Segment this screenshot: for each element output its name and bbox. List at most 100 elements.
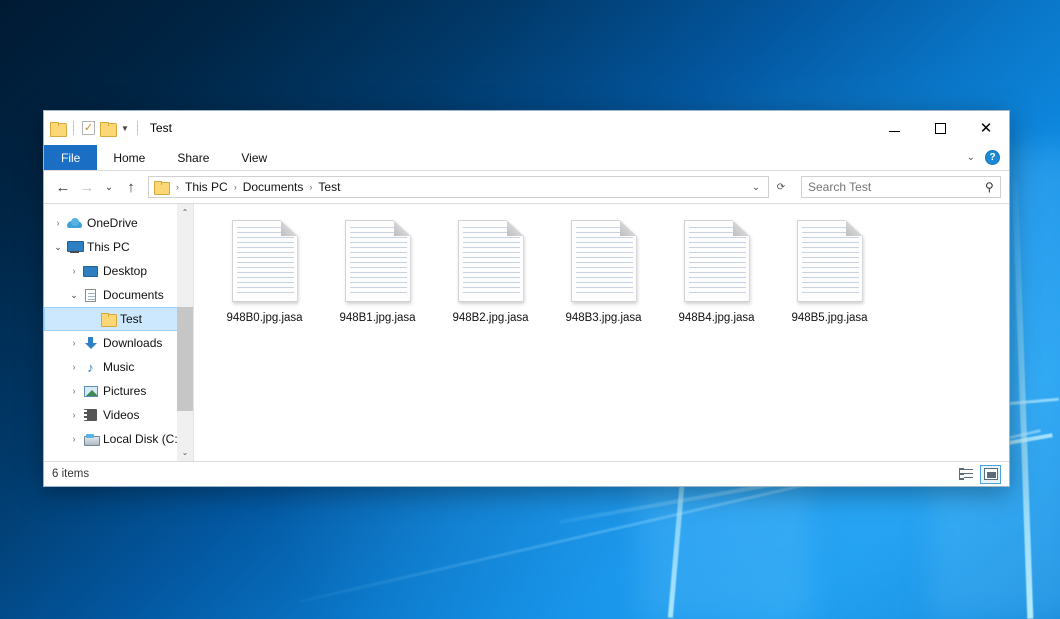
sidebar-item-desktop[interactable]: › Desktop [44, 259, 193, 283]
documents-icon-glyph [85, 289, 96, 302]
chevron-right-icon[interactable]: › [50, 218, 66, 228]
chevron-right-icon[interactable]: › [66, 386, 82, 396]
close-icon: ✕ [980, 119, 993, 137]
pc-icon [66, 241, 83, 253]
search-box[interactable]: ⚲ [801, 176, 1001, 198]
sidebar-item-label: OneDrive [87, 216, 138, 230]
close-button[interactable]: ✕ [963, 111, 1009, 145]
chevron-right-icon[interactable]: › [66, 410, 82, 420]
scrollbar-thumb[interactable] [177, 307, 193, 411]
sidebar-item-pictures[interactable]: ›Pictures [44, 379, 193, 403]
search-input[interactable] [808, 180, 985, 194]
sidebar-item-label: Music [103, 360, 134, 374]
navigation-scrollbar[interactable]: ⌃ ⌄ [177, 204, 193, 461]
window-controls: ✕ [871, 111, 1009, 145]
view-buttons [955, 465, 1001, 484]
sidebar-item-documents[interactable]: ⌄Documents [44, 283, 193, 307]
chevron-down-icon[interactable]: ⌄ [967, 152, 975, 163]
maximize-button[interactable] [917, 111, 963, 145]
chevron-right-icon[interactable]: › [66, 434, 82, 444]
file-item[interactable]: 948B2.jpg.jasa [434, 216, 547, 324]
item-count-label: 6 items [52, 468, 89, 480]
pictures-icon [82, 386, 99, 397]
generic-file-icon [797, 220, 863, 302]
chevron-right-icon[interactable]: › [66, 266, 82, 276]
navigation-pane: › OneDrive ⌄ This PC › Desktop ⌄Documents Test ›… [44, 204, 194, 461]
minimize-icon [889, 131, 900, 132]
chevron-right-icon[interactable]: › [66, 362, 82, 372]
forward-button[interactable]: → [76, 176, 98, 198]
sidebar-item-test[interactable]: Test [44, 307, 193, 331]
sidebar-item-this-pc[interactable]: ⌄ This PC [44, 235, 193, 259]
recent-locations-button[interactable]: ⌄ [100, 176, 118, 198]
file-grid: 948B0.jpg.jasa 948B1.jpg.jasa 948B2.jpg.ja… [208, 216, 1009, 324]
folder-icon[interactable] [50, 122, 65, 135]
chevron-down-icon[interactable]: ⌄ [66, 290, 82, 301]
disk-icon [82, 434, 99, 445]
file-item[interactable]: 948B4.jpg.jasa [660, 216, 773, 324]
sidebar-item-label: This PC [87, 240, 130, 254]
address-bar: ← → ⌄ ↑ › This PC › Documents › Test ⌄ ⟳… [44, 171, 1009, 203]
file-item[interactable]: 948B0.jpg.jasa [208, 216, 321, 324]
generic-file-icon [571, 220, 637, 302]
file-item[interactable]: 948B5.jpg.jasa [773, 216, 886, 324]
breadcrumb-item-this-pc[interactable]: This PC [183, 180, 230, 194]
sidebar-item-label: Test [120, 312, 142, 326]
ribbon-tab-bar: File Home Share View ⌄ ? [44, 145, 1009, 171]
videos-icon [82, 409, 99, 421]
file-list-pane[interactable]: 948B0.jpg.jasa 948B1.jpg.jasa 948B2.jpg.ja… [194, 204, 1009, 461]
up-button[interactable]: ↑ [120, 176, 142, 198]
sidebar-item-local-disk-c[interactable]: ›Local Disk (C:) [44, 427, 193, 451]
sidebar-item-music[interactable]: › ♪ Music [44, 355, 193, 379]
large-icons-view-button[interactable] [980, 465, 1001, 484]
scroll-up-icon[interactable]: ⌃ [177, 204, 193, 221]
chevron-down-icon[interactable]: ⌄ [50, 242, 66, 253]
search-icon[interactable]: ⚲ [985, 180, 994, 194]
sidebar-item-videos[interactable]: ›Videos [44, 403, 193, 427]
tab-home[interactable]: Home [97, 145, 161, 170]
sidebar-item-label: Downloads [103, 336, 162, 350]
generic-file-icon [458, 220, 524, 302]
chevron-right-icon[interactable]: › [66, 338, 82, 348]
sidebar-item-onedrive[interactable]: › OneDrive [44, 211, 193, 235]
breadcrumb-item-documents[interactable]: Documents [241, 180, 306, 194]
file-name-label: 948B0.jpg.jasa [226, 312, 302, 324]
breadcrumb-item-test[interactable]: Test [316, 180, 342, 194]
videos-icon-glyph [84, 409, 97, 421]
help-icon[interactable]: ? [985, 150, 1000, 165]
back-button[interactable]: ← [52, 176, 74, 198]
tab-share[interactable]: Share [161, 145, 225, 170]
properties-icon[interactable]: ✓ [82, 121, 95, 135]
file-item[interactable]: 948B3.jpg.jasa [547, 216, 660, 324]
documents-icon [82, 289, 99, 302]
toolbar-separator [73, 121, 74, 135]
generic-file-icon [684, 220, 750, 302]
pc-icon-glyph [67, 241, 82, 253]
refresh-icon[interactable]: ⟳ [771, 177, 791, 197]
sidebar-item-downloads[interactable]: › Downloads [44, 331, 193, 355]
music-icon-glyph: ♪ [87, 361, 94, 374]
breadcrumb[interactable]: › This PC › Documents › Test ⌄ [148, 176, 769, 198]
chevron-down-icon[interactable]: ⌄ [746, 177, 766, 197]
new-folder-icon[interactable] [100, 122, 115, 135]
file-explorer-window: ✓ ▼ Test ✕ File Home Share [43, 110, 1010, 487]
minimize-button[interactable] [871, 111, 917, 145]
desktop-icon [82, 266, 99, 277]
title-bar: ✓ ▼ Test ✕ [44, 111, 1009, 145]
sidebar-item-label: Desktop [103, 264, 147, 278]
customize-dropdown-icon[interactable]: ▼ [121, 124, 129, 133]
tab-view[interactable]: View [225, 145, 283, 170]
file-item[interactable]: 948B1.jpg.jasa [321, 216, 434, 324]
details-view-button[interactable] [955, 465, 976, 484]
scrollbar-track[interactable] [177, 221, 193, 444]
large-icons-view-icon [984, 468, 998, 480]
file-name-label: 948B2.jpg.jasa [452, 312, 528, 324]
breadcrumb-separator: › [230, 182, 241, 192]
address-bar-controls: ⌄ [746, 177, 766, 197]
folder-icon-glyph [101, 313, 115, 325]
desktop-icon-glyph [83, 266, 98, 277]
tab-file[interactable]: File [44, 145, 97, 170]
scroll-down-icon[interactable]: ⌄ [177, 444, 193, 461]
downloads-icon-glyph [84, 337, 97, 350]
music-icon: ♪ [82, 361, 99, 374]
